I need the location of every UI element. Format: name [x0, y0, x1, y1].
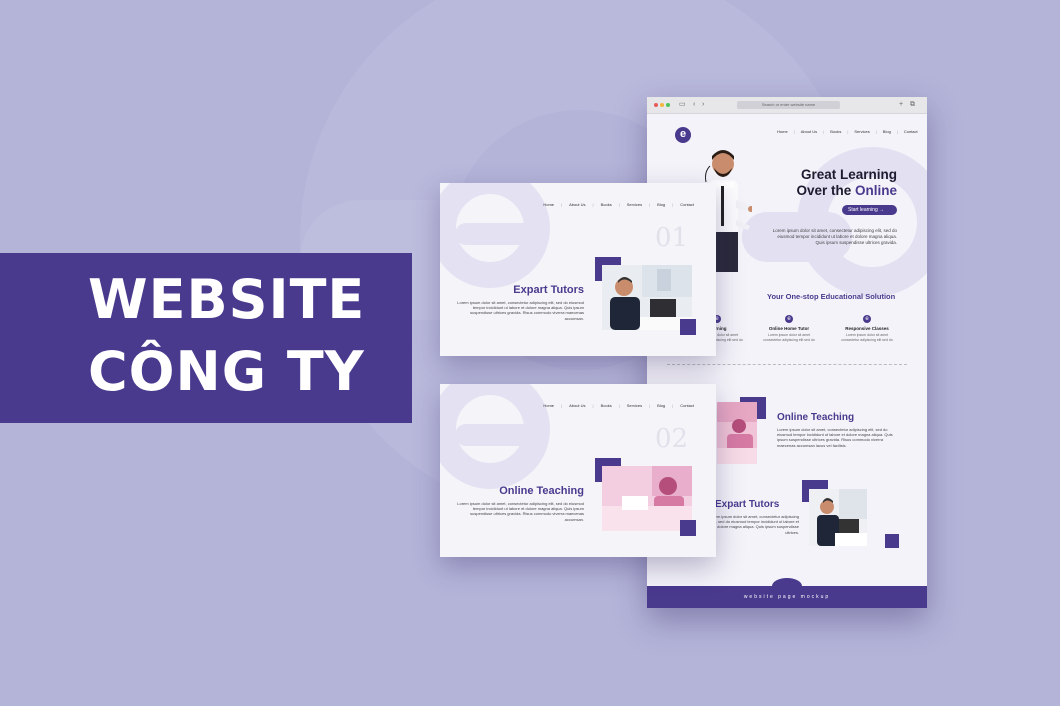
nav-separator: | [823, 129, 825, 134]
feature-desc: Lorem ipsum dolor sit amet consectetur a… [841, 333, 893, 342]
nav-about[interactable]: About Us [569, 202, 585, 207]
nav-separator: | [561, 403, 563, 408]
site-logo[interactable]: e [675, 127, 691, 143]
nav-home[interactable]: Home [543, 403, 554, 408]
expart-tutors-photo [809, 489, 867, 546]
title-banner: WEBSITE CÔNG TY [0, 253, 412, 423]
nav-services[interactable]: Services [627, 202, 642, 207]
slide-number: 02 [655, 424, 689, 454]
card-nav: Home | About Us | Books | Services | Blog | C… [543, 202, 694, 207]
nav-books[interactable]: Books [830, 129, 841, 134]
hero-title-accent: Online [854, 183, 897, 198]
online-teaching-image [602, 466, 692, 531]
nav-separator: | [592, 202, 594, 207]
section-divider [667, 364, 907, 365]
browser-toolbar: ▭ ‹ › Search or enter website name + ⧉ [647, 97, 927, 114]
nav-separator: | [618, 403, 620, 408]
accent-square [680, 319, 696, 335]
tutor-desk-image [602, 265, 692, 330]
nav-contact[interactable]: Contact [680, 403, 694, 408]
new-tab-icon[interactable]: + [899, 100, 903, 110]
nav-separator: | [847, 129, 849, 134]
nav-about[interactable]: About Us [801, 129, 817, 134]
banner-line-2: CÔNG TY [88, 340, 365, 403]
hero-title-line-2: Over the Online [796, 183, 897, 199]
feature-title: Responsive Classes [845, 326, 889, 331]
slide-card-expart-tutors: Home | About Us | Books | Services | Blog | C… [440, 183, 716, 356]
card-photo [602, 265, 692, 330]
card-body: Lorem ipsum dolor sit amet, consectetur … [457, 300, 584, 321]
nav-about[interactable]: About Us [569, 403, 585, 408]
maximize-dot-icon[interactable] [666, 103, 670, 107]
nav-services[interactable]: Services [627, 403, 642, 408]
address-bar[interactable]: Search or enter website name [737, 101, 840, 109]
close-dot-icon[interactable] [654, 103, 658, 107]
section-title-online-teaching: Online Teaching [777, 412, 855, 423]
feature-title: Online Home Tutor [768, 326, 810, 331]
site-footer: website page mockup [647, 586, 927, 608]
forward-icon[interactable]: › [702, 100, 704, 110]
card-title: Online Teaching [499, 485, 584, 497]
nav-books[interactable]: Books [601, 202, 612, 207]
slide-card-online-teaching: Home | About Us | Books | Services | Blog | C… [440, 384, 716, 557]
nav-separator: | [672, 403, 674, 408]
banner-line-1: WEBSITE [88, 268, 366, 331]
card-nav: Home | About Us | Books | Services | Blog | C… [543, 403, 694, 408]
feature-responsive-classes: e Responsive Classes Lorem ipsum dolor s… [837, 315, 897, 342]
feature-desc: Lorem ipsum dolor sit amet consectetur a… [763, 333, 815, 342]
nav-separator: | [896, 129, 898, 134]
hero-title: Great Learning Over the Online [796, 167, 897, 199]
section-title-expart-tutors: Expart Tutors [715, 499, 780, 510]
nav-separator: | [592, 403, 594, 408]
nav-separator: | [649, 202, 651, 207]
nav-separator: | [875, 129, 877, 134]
online-teaching-photo [717, 402, 757, 464]
section-body-expart-tutors: Lorem ipsum dolor sit amet, consectetur … [708, 514, 799, 535]
nav-home[interactable]: Home [543, 202, 554, 207]
accent-square [885, 534, 899, 548]
nav-separator: | [793, 129, 795, 134]
hero-description: Lorem ipsum dolor sit amet, consectetur … [772, 228, 897, 245]
nav-separator: | [618, 202, 620, 207]
feature-e-icon: e [863, 315, 871, 323]
sidebar-icon[interactable]: ▭ [679, 100, 686, 110]
nav-contact[interactable]: Contact [904, 129, 918, 134]
feature-e-icon: e [785, 315, 793, 323]
expart-tutors-image [809, 489, 867, 546]
tabs-icon[interactable]: ⧉ [910, 100, 915, 110]
card-body: Lorem ipsum dolor sit amet, consectetur … [457, 501, 584, 522]
accent-square [680, 520, 696, 536]
nav-separator: | [672, 202, 674, 207]
nav-blog[interactable]: Blog [883, 129, 891, 134]
card-photo [602, 466, 692, 531]
card-title: Expart Tutors [513, 284, 584, 296]
site-nav: Home | About Us | Books | Services | Blog | C… [777, 129, 918, 134]
nav-blog[interactable]: Blog [657, 202, 665, 207]
section-body-online-teaching: Lorem ipsum dolor sit amet, consectetur … [777, 427, 893, 448]
nav-books[interactable]: Books [601, 403, 612, 408]
back-icon[interactable]: ‹ [693, 100, 695, 110]
hero-title-prefix: Over the [796, 183, 855, 198]
nav-home[interactable]: Home [777, 129, 788, 134]
nav-blog[interactable]: Blog [657, 403, 665, 408]
nav-separator: | [649, 403, 651, 408]
feature-online-home-tutor: e Online Home Tutor Lorem ipsum dolor si… [759, 315, 819, 342]
nav-services[interactable]: Services [854, 129, 869, 134]
nav-separator: | [561, 202, 563, 207]
minimize-dot-icon[interactable] [660, 103, 664, 107]
hero-title-line-1: Great Learning [800, 167, 897, 182]
nav-contact[interactable]: Contact [680, 202, 694, 207]
card-e-bar [455, 223, 540, 245]
start-learning-button[interactable]: Start learning → [842, 205, 897, 215]
online-teaching-image [717, 402, 757, 464]
section-tagline: Your One-stop Educational Solution [767, 292, 896, 301]
slide-number: 01 [655, 223, 689, 253]
card-e-bar [455, 424, 540, 446]
